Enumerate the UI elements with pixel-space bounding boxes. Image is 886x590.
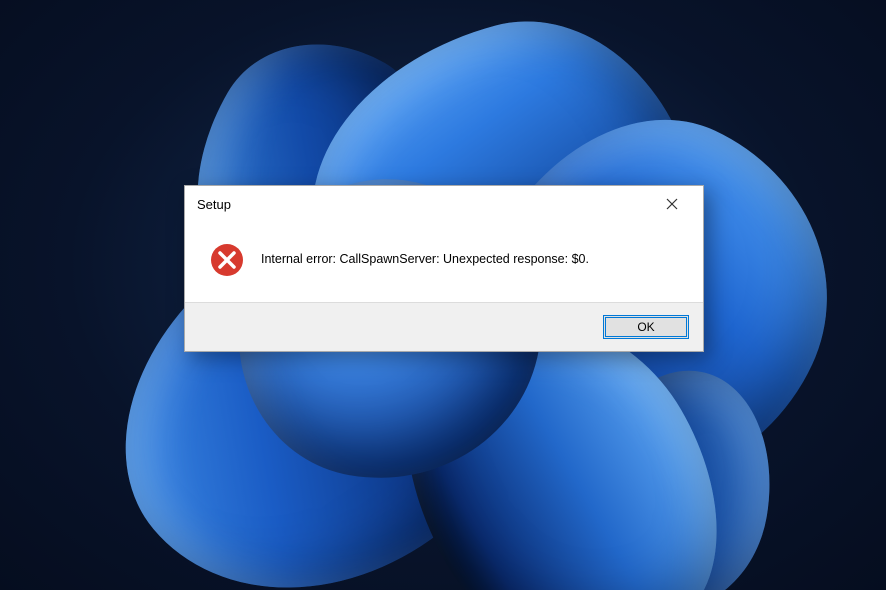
dialog-message: Internal error: CallSpawnServer: Unexpec…: [261, 251, 589, 269]
close-icon: [666, 198, 678, 210]
dialog-footer: OK: [185, 302, 703, 351]
dialog-title: Setup: [197, 197, 231, 212]
dialog-body: Internal error: CallSpawnServer: Unexpec…: [185, 222, 703, 302]
dialog-titlebar[interactable]: Setup: [185, 186, 703, 222]
error-dialog: Setup Internal error: CallSpawnServer: U…: [184, 185, 704, 352]
close-button[interactable]: [651, 189, 693, 219]
ok-button[interactable]: OK: [603, 315, 689, 339]
error-icon: [209, 242, 245, 278]
